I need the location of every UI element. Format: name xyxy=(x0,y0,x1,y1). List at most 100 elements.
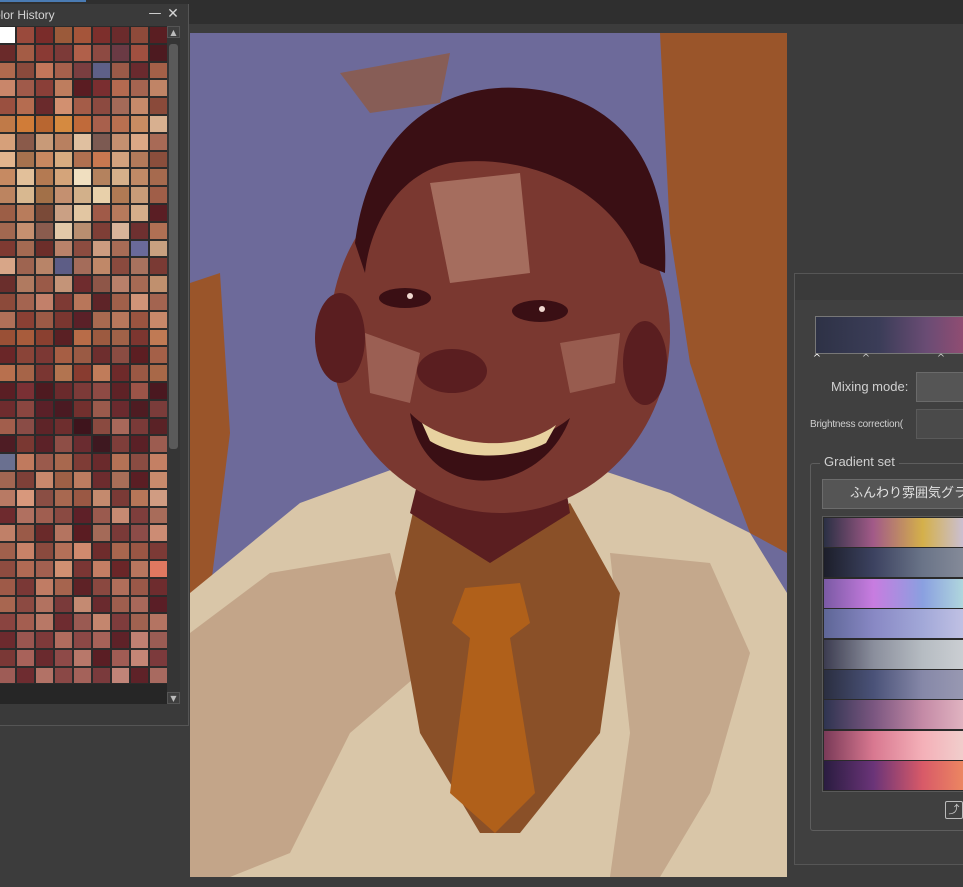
gradient-set-list[interactable] xyxy=(822,516,963,792)
gradient-set-dropdown[interactable]: ふんわり雰囲気グラ xyxy=(822,479,963,509)
color-swatch[interactable] xyxy=(0,542,16,560)
color-swatch[interactable] xyxy=(92,470,111,489)
color-swatch[interactable] xyxy=(111,328,130,347)
color-swatch[interactable] xyxy=(149,364,168,382)
color-swatch[interactable] xyxy=(92,346,111,365)
color-swatch[interactable] xyxy=(73,346,92,365)
gradient-set-item[interactable] xyxy=(824,609,963,639)
color-swatch[interactable] xyxy=(130,43,149,62)
color-swatch[interactable] xyxy=(16,79,35,98)
color-swatch[interactable] xyxy=(73,97,92,115)
gradient-stop-icon[interactable]: ^ xyxy=(936,354,946,364)
color-swatch[interactable] xyxy=(149,292,168,311)
color-swatch[interactable] xyxy=(73,524,92,543)
color-swatch[interactable] xyxy=(0,666,16,685)
color-swatch[interactable] xyxy=(130,203,149,222)
gradient-stop-icon[interactable]: ^ xyxy=(861,354,871,364)
color-swatch[interactable] xyxy=(73,488,92,507)
color-swatch[interactable] xyxy=(149,203,168,222)
color-swatch[interactable] xyxy=(16,328,35,347)
color-swatch[interactable] xyxy=(92,524,111,543)
color-swatch[interactable] xyxy=(35,43,54,62)
color-swatch[interactable] xyxy=(73,381,92,400)
color-swatch[interactable] xyxy=(73,310,92,329)
color-swatch[interactable] xyxy=(0,61,16,80)
color-swatch[interactable] xyxy=(149,435,168,454)
color-swatch[interactable] xyxy=(16,470,35,489)
color-swatch[interactable] xyxy=(130,488,149,507)
color-swatch[interactable] xyxy=(0,168,16,187)
color-swatch[interactable] xyxy=(92,328,111,347)
color-swatch[interactable] xyxy=(54,203,73,222)
gradient-set-item[interactable] xyxy=(824,730,963,760)
color-swatch[interactable] xyxy=(111,346,130,365)
color-swatch[interactable] xyxy=(130,399,149,418)
color-swatch[interactable] xyxy=(54,542,73,560)
color-swatch[interactable] xyxy=(16,43,35,62)
color-swatch[interactable] xyxy=(149,221,168,240)
color-swatch[interactable] xyxy=(149,577,168,596)
color-swatch[interactable] xyxy=(16,97,35,115)
color-swatch[interactable] xyxy=(73,577,92,596)
color-swatch[interactable] xyxy=(0,488,16,507)
color-swatch[interactable] xyxy=(0,292,16,311)
color-swatch[interactable] xyxy=(0,613,16,632)
color-swatch[interactable] xyxy=(73,257,92,276)
color-swatch[interactable] xyxy=(111,114,130,133)
color-swatch[interactable] xyxy=(0,150,16,169)
color-swatch[interactable] xyxy=(111,417,130,436)
color-swatch[interactable] xyxy=(0,648,16,667)
color-swatch[interactable] xyxy=(92,542,111,560)
color-swatch[interactable] xyxy=(92,61,111,80)
color-swatch[interactable] xyxy=(73,221,92,240)
color-swatch[interactable] xyxy=(16,186,35,204)
color-swatch[interactable] xyxy=(149,453,168,471)
color-swatch[interactable] xyxy=(0,435,16,454)
color-swatch[interactable] xyxy=(54,381,73,400)
close-icon[interactable]: ✕ xyxy=(166,6,180,22)
color-swatch[interactable] xyxy=(111,97,130,115)
color-swatch[interactable] xyxy=(130,435,149,454)
color-swatch[interactable] xyxy=(111,150,130,169)
color-swatch[interactable] xyxy=(0,26,16,44)
color-swatch[interactable] xyxy=(0,453,16,471)
color-swatch[interactable] xyxy=(130,79,149,98)
color-swatch[interactable] xyxy=(16,631,35,649)
color-swatch[interactable] xyxy=(35,292,54,311)
color-swatch[interactable] xyxy=(35,577,54,596)
color-swatch[interactable] xyxy=(92,399,111,418)
color-swatch[interactable] xyxy=(92,150,111,169)
color-swatch[interactable] xyxy=(54,26,73,44)
gradient-set-item[interactable] xyxy=(824,761,963,791)
color-swatch[interactable] xyxy=(149,168,168,187)
color-swatch[interactable] xyxy=(149,542,168,560)
color-swatch[interactable] xyxy=(92,435,111,454)
color-swatch[interactable] xyxy=(92,97,111,115)
color-swatch[interactable] xyxy=(54,417,73,436)
color-swatch[interactable] xyxy=(73,275,92,293)
color-swatch[interactable] xyxy=(111,542,130,560)
color-swatch[interactable] xyxy=(111,524,130,543)
color-swatch[interactable] xyxy=(149,559,168,578)
color-swatch[interactable] xyxy=(35,542,54,560)
color-swatch[interactable] xyxy=(35,168,54,187)
color-swatch[interactable] xyxy=(130,595,149,614)
color-swatch[interactable] xyxy=(111,26,130,44)
color-swatch[interactable] xyxy=(130,26,149,44)
color-swatch[interactable] xyxy=(54,132,73,151)
color-swatch[interactable] xyxy=(35,257,54,276)
color-swatch[interactable] xyxy=(111,168,130,187)
color-swatch[interactable] xyxy=(54,453,73,471)
color-swatch[interactable] xyxy=(92,292,111,311)
color-swatch[interactable] xyxy=(92,132,111,151)
color-swatch[interactable] xyxy=(35,221,54,240)
color-swatch[interactable] xyxy=(111,79,130,98)
color-swatch[interactable] xyxy=(35,346,54,365)
color-swatch[interactable] xyxy=(16,506,35,525)
color-swatch[interactable] xyxy=(16,114,35,133)
color-swatch[interactable] xyxy=(73,435,92,454)
color-swatch[interactable] xyxy=(92,488,111,507)
color-swatch[interactable] xyxy=(54,310,73,329)
color-swatch[interactable] xyxy=(35,310,54,329)
color-swatch[interactable] xyxy=(16,595,35,614)
